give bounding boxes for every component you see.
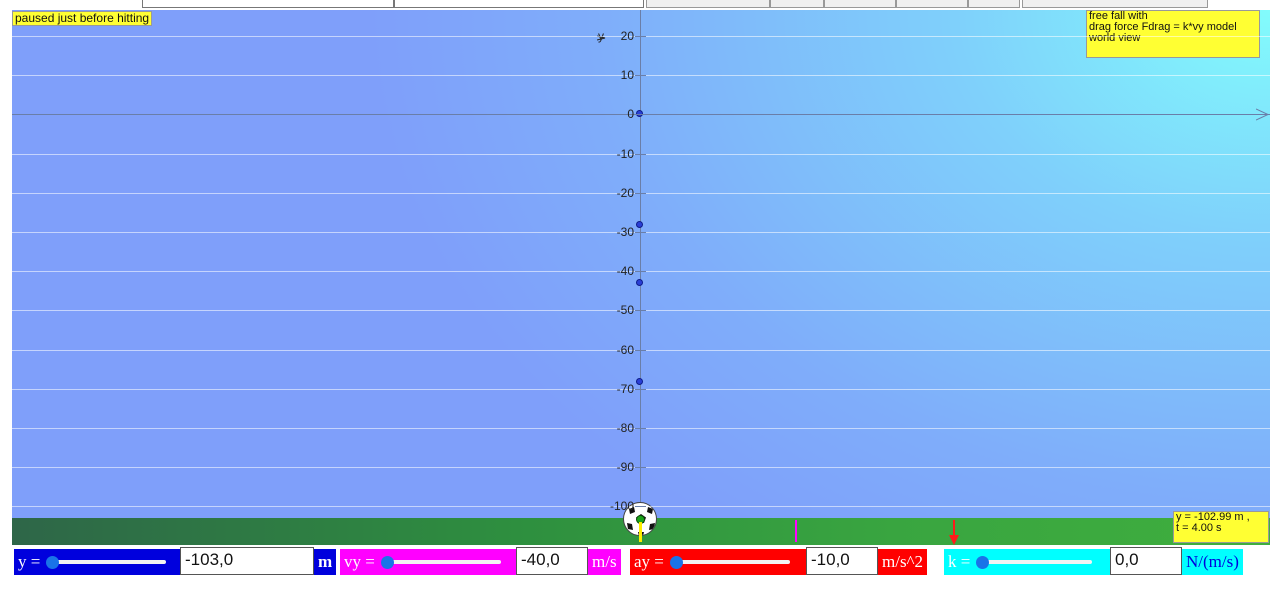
vy-marker (795, 520, 797, 542)
y-axis-tick-label: -100 (609, 499, 634, 513)
y-slider-thumb[interactable] (46, 556, 60, 569)
y-axis-tick (635, 154, 646, 155)
position-time-readout: y = -102.99 m , t = 4.00 s (1173, 511, 1269, 543)
y-axis-tick (635, 428, 646, 429)
ay-slider[interactable] (668, 549, 798, 575)
y-axis-tick (635, 467, 646, 468)
vy-control: vy = (340, 549, 516, 575)
y-axis-tick-label: -90 (616, 460, 634, 474)
toolbar-button-1[interactable] (646, 0, 770, 8)
toolbar-button-4[interactable] (896, 0, 968, 8)
y-value-input[interactable]: -103,0 (180, 547, 314, 575)
k-symbol: k = (948, 552, 971, 571)
y-axis-tick-label: -50 (616, 303, 634, 317)
vy-value-input[interactable]: -40,0 (516, 547, 588, 575)
y-axis-tick-label: 0 (627, 107, 634, 121)
y-axis-tick-label: -70 (616, 382, 634, 396)
k-control: k = (944, 549, 1110, 575)
trajectory-dot (636, 221, 643, 228)
top-toolbar (0, 0, 1280, 10)
y-axis-tick-label: -40 (616, 264, 634, 278)
y-axis-tick (635, 389, 646, 390)
toolbar-button-6[interactable] (1022, 0, 1208, 8)
y-symbol: y = (18, 552, 41, 571)
control-bar: y = -103,0 m vy = -40,0 m/s ay = -10,0 m… (14, 547, 1266, 575)
toolbar-field-2[interactable] (394, 0, 644, 8)
x-axis-arrow-icon (1256, 108, 1270, 121)
ay-unit: m/s^2 (878, 549, 928, 575)
y-axis-tick (635, 506, 646, 507)
toolbar-button-2[interactable] (770, 0, 824, 8)
y-slider[interactable] (44, 549, 174, 575)
y-axis-tick-label: 20 (620, 29, 634, 43)
ay-control: ay = (630, 549, 806, 575)
y-axis-tick (635, 271, 646, 272)
y-axis-tick-label: -80 (616, 421, 634, 435)
y-unit: m (314, 549, 337, 575)
y-axis-tick (635, 193, 646, 194)
y-axis-tick-label: -10 (616, 147, 634, 161)
ay-slider-thumb[interactable] (669, 556, 683, 569)
y-axis-tick-label: -60 (616, 343, 634, 357)
y-axis-tick (635, 36, 646, 37)
y-axis (640, 10, 641, 520)
y-axis-tick-label: 10 (620, 68, 634, 82)
toolbar-field-1[interactable] (142, 0, 394, 8)
trajectory-dot (636, 279, 643, 286)
ay-symbol: ay = (634, 552, 664, 571)
y-axis-tick (635, 350, 646, 351)
toolbar-button-3[interactable] (824, 0, 896, 8)
trajectory-dot (636, 378, 643, 385)
acceleration-arrow-icon (949, 520, 959, 545)
k-unit: N/(m/s) (1182, 549, 1243, 575)
model-info-line-3: world view (1089, 32, 1141, 44)
k-slider[interactable] (974, 549, 1100, 575)
toolbar-button-5[interactable] (968, 0, 1020, 8)
vy-unit: m/s (588, 549, 621, 575)
y-axis-tick-label: -30 (616, 225, 634, 239)
y-control: y = (14, 549, 180, 575)
y-axis-tick (635, 114, 646, 115)
model-info-box: free fall with drag force Fdrag = k*vy m… (1086, 10, 1260, 58)
y-axis-tick-label: -20 (616, 186, 634, 200)
y-axis-tick (635, 232, 646, 233)
vy-symbol: vy = (344, 552, 375, 571)
paused-status-label: paused just before hitting (12, 11, 153, 26)
y-axis-tick (635, 310, 646, 311)
readout-line-2: t = 4.00 s (1176, 522, 1222, 534)
vy-slider-thumb[interactable] (380, 556, 394, 569)
k-slider-thumb[interactable] (976, 556, 990, 569)
world-view-canvas[interactable]: y paused just before hitting free fall w… (12, 10, 1270, 545)
vy-slider[interactable] (379, 549, 509, 575)
paused-status-text: paused just before hitting (15, 11, 150, 25)
velocity-vector (639, 522, 642, 542)
k-value-input[interactable]: 0,0 (1110, 547, 1182, 575)
ay-value-input[interactable]: -10,0 (806, 547, 878, 575)
y-axis-tick (635, 75, 646, 76)
